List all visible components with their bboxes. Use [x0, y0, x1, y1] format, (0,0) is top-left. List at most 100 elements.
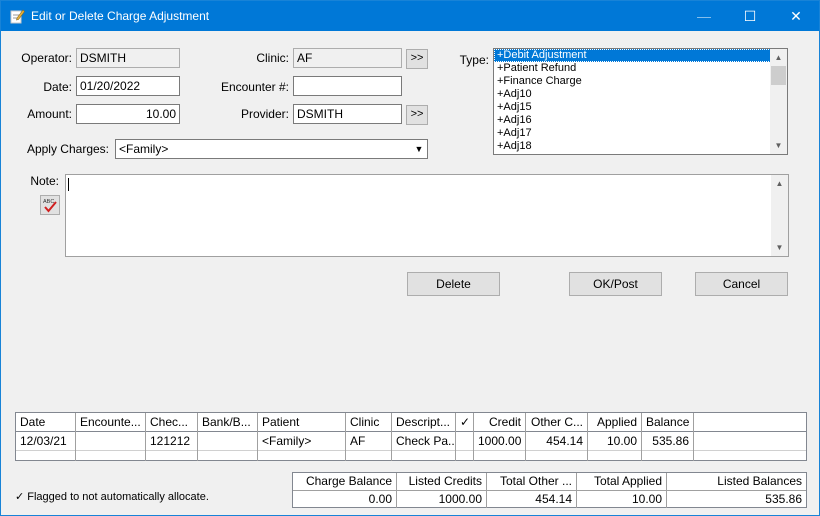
table-cell: [526, 451, 588, 461]
totals-column-header: Listed Credits: [397, 473, 487, 490]
note-label: Note:: [30, 174, 59, 188]
type-item[interactable]: +Adj16: [494, 114, 787, 127]
date-field[interactable]: 01/20/2022: [76, 76, 180, 96]
totals-column-header: Total Other ...: [487, 473, 577, 490]
totals-cell: 535.86: [765, 492, 802, 506]
grid-header: Date Encounte... Chec... Bank/B... Patie…: [16, 413, 806, 432]
note-scrollbar[interactable]: ▲ ▼: [771, 175, 788, 256]
clinic-label: Clinic:: [256, 51, 289, 65]
spellcheck-button[interactable]: ABC: [40, 195, 60, 215]
title-bar: Edit or Delete Charge Adjustment — ☐ ✕: [1, 1, 819, 31]
column-header[interactable]: Applied: [588, 413, 642, 432]
apply-charges-value: <Family>: [119, 142, 169, 156]
column-header[interactable]: Other C...: [526, 413, 588, 432]
table-cell: [588, 451, 642, 461]
spellcheck-icon: ABC: [41, 199, 59, 217]
provider-field[interactable]: DSMITH: [293, 104, 402, 124]
scroll-thumb[interactable]: [771, 66, 786, 85]
table-cell: [456, 451, 474, 461]
scroll-down-icon[interactable]: ▼: [771, 239, 788, 256]
table-cell: [198, 451, 258, 461]
column-header[interactable]: Descript...: [392, 413, 456, 432]
column-header[interactable]: Encounte...: [76, 413, 146, 432]
table-cell: 10.00: [588, 432, 642, 451]
table-cell: [146, 451, 198, 461]
ok-post-button[interactable]: OK/Post: [569, 272, 662, 296]
type-item[interactable]: +Adj18: [494, 140, 787, 153]
payments-grid[interactable]: Date Encounte... Chec... Bank/B... Patie…: [15, 412, 807, 461]
totals-row: 0.00 1000.00 454.14 10.00 535.86: [293, 491, 806, 508]
scroll-down-icon[interactable]: ▼: [770, 137, 787, 154]
table-cell: [642, 451, 694, 461]
amount-label: Amount:: [27, 107, 72, 121]
column-header[interactable]: Chec...: [146, 413, 198, 432]
table-cell: [76, 451, 146, 461]
column-header[interactable]: ✓: [456, 413, 474, 432]
table-cell: 1000.00: [474, 432, 526, 451]
totals-column-header: Listed Balances: [717, 474, 802, 488]
encounter-label: Encounter #:: [220, 80, 289, 94]
window-title: Edit or Delete Charge Adjustment: [31, 9, 210, 23]
type-listbox[interactable]: +Debit Adjustment +Patient Refund +Finan…: [493, 48, 788, 155]
column-header[interactable]: Balance: [642, 413, 694, 432]
column-header[interactable]: Patient: [258, 413, 346, 432]
svg-text:ABC: ABC: [43, 199, 54, 205]
cancel-button[interactable]: Cancel: [695, 272, 788, 296]
totals-cell: 1000.00: [397, 491, 487, 508]
operator-field: DSMITH: [76, 48, 180, 68]
table-cell: <Family>: [258, 432, 346, 451]
allocation-footnote: ✓ Flagged to not automatically allocate.: [15, 491, 209, 503]
table-cell: [16, 451, 76, 461]
edit-note-icon: [9, 8, 25, 24]
table-cell: [198, 432, 258, 451]
column-header[interactable]: Bank/B...: [198, 413, 258, 432]
close-button[interactable]: ✕: [773, 1, 819, 31]
delete-button[interactable]: Delete: [407, 272, 500, 296]
table-cell: 535.86: [642, 432, 694, 451]
note-textarea[interactable]: ▲ ▼: [65, 174, 789, 257]
table-cell: 454.14: [526, 432, 588, 451]
type-item[interactable]: +Adj15: [494, 101, 787, 114]
table-cell: 12/03/21: [16, 432, 76, 451]
apply-charges-label: Apply Charges:: [26, 142, 109, 156]
maximize-button[interactable]: ☐: [727, 1, 773, 31]
chevron-down-icon[interactable]: ▼: [411, 140, 427, 158]
totals-cell: 454.14: [487, 491, 577, 508]
minimize-button[interactable]: —: [681, 1, 727, 31]
type-item[interactable]: +Adj10: [494, 88, 787, 101]
column-header[interactable]: Clinic: [346, 413, 392, 432]
amount-field[interactable]: 10.00: [76, 104, 180, 124]
clinic-browse-button[interactable]: >>: [406, 49, 428, 69]
operator-label: Operator:: [21, 51, 72, 65]
table-cell: [258, 451, 346, 461]
provider-label: Provider:: [240, 107, 289, 121]
table-cell: [346, 451, 392, 461]
totals-header: Charge Balance Listed Credits Total Othe…: [293, 473, 806, 491]
type-item[interactable]: +Debit Adjustment: [494, 49, 771, 62]
table-cell: [456, 432, 474, 451]
type-item[interactable]: +Patient Refund: [494, 62, 787, 75]
apply-charges-combo[interactable]: <Family> ▼: [115, 139, 428, 159]
totals-column-header: Charge Balance: [293, 473, 397, 490]
column-header[interactable]: Date: [16, 413, 76, 432]
clinic-field: AF: [293, 48, 402, 68]
date-label: Date:: [43, 80, 72, 94]
column-header[interactable]: Credit: [474, 413, 526, 432]
scroll-up-icon[interactable]: ▲: [771, 175, 788, 192]
totals-grid: Charge Balance Listed Credits Total Othe…: [292, 472, 807, 508]
type-list-scrollbar[interactable]: ▲ ▼: [770, 49, 787, 154]
charge-adjustment-window: Edit or Delete Charge Adjustment — ☐ ✕ O…: [0, 0, 820, 516]
table-cell: 121212: [146, 432, 198, 451]
provider-browse-button[interactable]: >>: [406, 105, 428, 125]
table-row-empty: [16, 451, 806, 461]
totals-column-header: Total Applied: [577, 473, 667, 490]
table-cell: [474, 451, 526, 461]
scroll-up-icon[interactable]: ▲: [770, 49, 787, 66]
table-cell: [76, 432, 146, 451]
table-row[interactable]: 12/03/21 121212 <Family> AF Check Pa... …: [16, 432, 806, 451]
encounter-field[interactable]: [293, 76, 402, 96]
text-caret: [68, 178, 69, 191]
table-cell: AF: [346, 432, 392, 451]
type-item[interactable]: +Finance Charge: [494, 75, 787, 88]
type-item[interactable]: +Adj17: [494, 127, 787, 140]
